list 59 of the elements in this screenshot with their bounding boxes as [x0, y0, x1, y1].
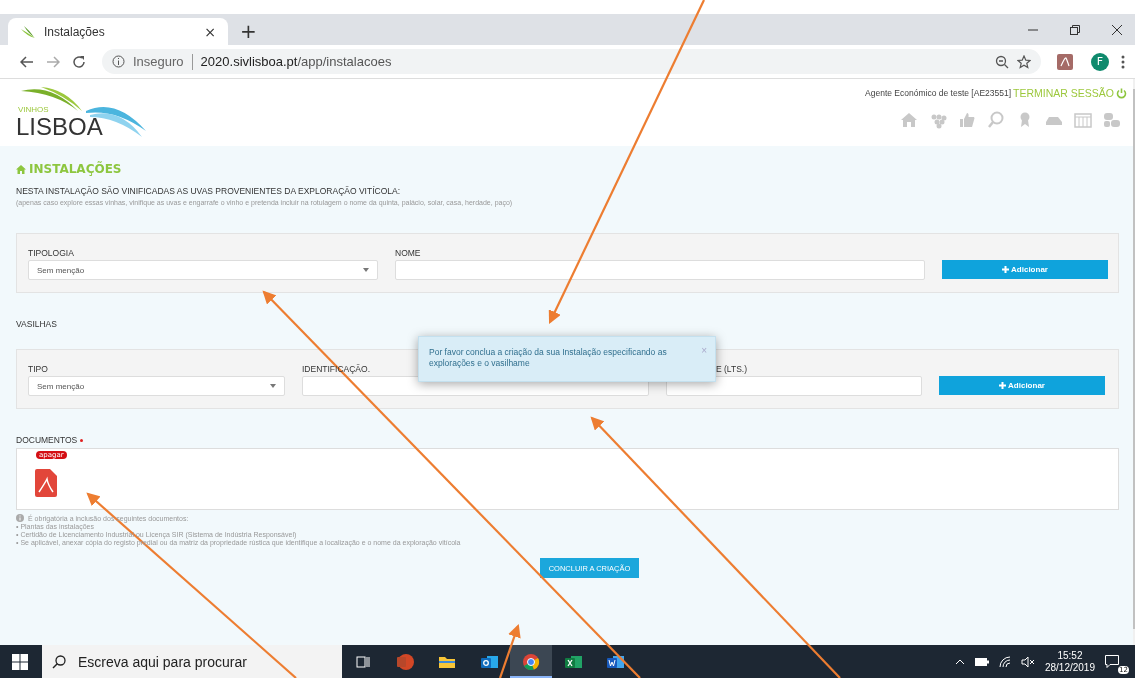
text-field[interactable]: [395, 260, 925, 280]
leaf-icon: [20, 24, 36, 39]
reload-icon[interactable]: [72, 54, 86, 69]
field-label: TIPOLOGIA: [28, 248, 74, 258]
user-name: Agente Económico de teste [AE23551]: [865, 88, 1012, 98]
section-heading: VASILHAS: [16, 319, 58, 329]
restore-icon[interactable]: [1069, 23, 1081, 36]
menu-icon[interactable]: [1121, 54, 1125, 69]
star-icon[interactable]: [1017, 54, 1031, 69]
add-button[interactable]: Adicionar: [939, 376, 1105, 395]
security-label: Inseguro: [133, 54, 184, 69]
new-tab-button[interactable]: +: [240, 19, 257, 43]
logo-text: LISBOA: [16, 113, 103, 141]
clock[interactable]: 15:52 28/12/2019: [1044, 649, 1095, 674]
presentation-app-icon: [395, 651, 415, 672]
logo-text: VINHOS: [18, 105, 49, 114]
pdf-file-icon[interactable]: [35, 469, 57, 497]
power-icon: [1116, 87, 1127, 99]
thumbs-up-icon[interactable]: [958, 111, 976, 129]
home-icon: [16, 164, 26, 174]
page-title: INSTALAÇÕES: [29, 162, 122, 176]
caret-icon: [363, 268, 369, 272]
pdf-extension-icon[interactable]: [1057, 53, 1073, 70]
tab-close-button[interactable]: ×: [204, 23, 216, 40]
info-icon: [16, 514, 24, 522]
dropdown[interactable]: Sem menção: [28, 260, 378, 280]
battery-icon[interactable]: [974, 657, 989, 666]
search-field[interactable]: Escreva aqui para procurar: [42, 645, 342, 678]
browser-tab[interactable]: Instalações ×: [8, 18, 228, 45]
browser-app-icon: [521, 651, 541, 672]
search-input[interactable]: Escreva aqui para procurar: [76, 652, 330, 671]
plus-icon: [999, 382, 1007, 389]
notification-icon[interactable]: [1105, 655, 1119, 668]
text-field[interactable]: [666, 376, 922, 396]
close-icon[interactable]: [1111, 23, 1123, 36]
caret-icon: [270, 384, 276, 388]
clock-date: 28/12/2019: [1044, 661, 1095, 674]
field-label: DOCUMENTOS: [16, 435, 78, 445]
speaker-muted-icon[interactable]: [1020, 655, 1035, 668]
field-label: NOME: [395, 248, 421, 258]
windows-logo-icon[interactable]: [12, 653, 28, 670]
profile-avatar[interactable]: F: [1091, 52, 1109, 71]
zoom-out-icon[interactable]: [995, 54, 1009, 69]
tab-title: Instalações: [44, 24, 106, 39]
taskbar-app-button[interactable]: [510, 645, 552, 678]
url-text[interactable]: 2020.sivlisboa.pt/app/instalacoes: [200, 54, 392, 69]
clock-time: 15:52: [1057, 649, 1083, 662]
field-label: E (LTS.): [716, 364, 747, 374]
dropdown[interactable]: Sem menção: [28, 376, 285, 396]
wifi-icon[interactable]: [998, 655, 1011, 668]
info-icon: [112, 55, 125, 68]
plus-icon: [1002, 266, 1010, 273]
back-arrow-icon[interactable]: [20, 55, 34, 68]
chevron-up-icon[interactable]: [954, 658, 965, 665]
add-button[interactable]: Adicionar: [942, 260, 1108, 279]
section-heading: NESTA INSTALAÇÃO SÃO VINIFICADAS AS UVAS PROVENIENTES DA EXPLORAÇÃO VITÍCOLA:: [16, 186, 402, 196]
search-icon: [52, 654, 66, 669]
field-label: TIPO: [28, 364, 48, 374]
alert-message: Por favor conclua a criação da sua Instalação especificando as explorações e o vasilhame: [429, 347, 667, 369]
